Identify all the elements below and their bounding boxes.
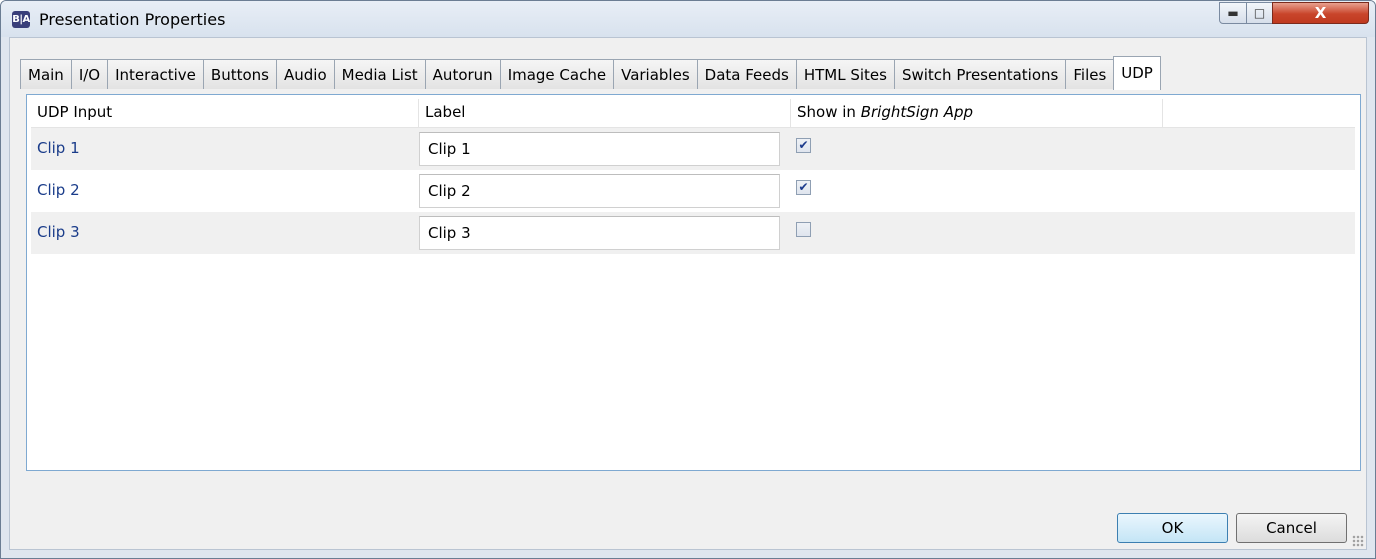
window-title: Presentation Properties [39, 10, 226, 29]
minimize-icon: ▬ [1227, 6, 1239, 20]
header-show-prefix: Show in [797, 103, 861, 121]
header-spacer [1163, 99, 1355, 127]
tab-udp[interactable]: UDP [1113, 56, 1161, 90]
show-in-app-checkbox[interactable] [796, 222, 811, 237]
label-input[interactable]: Clip 3 [419, 216, 780, 250]
label-input[interactable]: Clip 1 [419, 132, 780, 166]
table-row: Clip 2 Clip 2 ✔ [31, 170, 1355, 212]
maximize-icon: □ [1253, 6, 1266, 20]
close-button[interactable]: X [1272, 2, 1369, 24]
table-row: Clip 3 Clip 3 [31, 212, 1355, 254]
cancel-button[interactable]: Cancel [1236, 513, 1347, 543]
show-in-app-checkbox[interactable]: ✔ [796, 180, 811, 195]
title-bar[interactable]: B|A Presentation Properties ▬ □ X [1, 1, 1375, 37]
tab-data-feeds[interactable]: Data Feeds [696, 59, 797, 89]
header-udp-input: UDP Input [31, 99, 419, 127]
dialog-window: B|A Presentation Properties ▬ □ X Main I/… [0, 0, 1376, 559]
tab-media-list[interactable]: Media List [333, 59, 426, 89]
minimize-button[interactable]: ▬ [1219, 2, 1247, 24]
header-label: Label [419, 99, 791, 127]
udp-panel: UDP Input Label Show in BrightSign App C… [26, 94, 1361, 471]
app-logo-icon: B|A [12, 11, 30, 28]
tab-strip: Main I/O Interactive Buttons Audio Media List… [20, 56, 1161, 90]
resize-grip-icon[interactable] [1352, 535, 1364, 547]
tab-image-cache[interactable]: Image Cache [499, 59, 615, 89]
ok-button[interactable]: OK [1117, 513, 1228, 543]
tab-buttons[interactable]: Buttons [202, 59, 277, 89]
close-icon: X [1314, 4, 1327, 22]
dialog-body: Main I/O Interactive Buttons Audio Media List… [9, 37, 1367, 550]
tab-interactive[interactable]: Interactive [107, 59, 204, 89]
table-row: Clip 1 Clip 1 ✔ [31, 128, 1355, 170]
tab-switch-presentations[interactable]: Switch Presentations [893, 59, 1067, 89]
tab-main[interactable]: Main [20, 59, 72, 89]
header-show-in-app: Show in BrightSign App [791, 99, 1163, 127]
show-in-app-checkbox[interactable]: ✔ [796, 138, 811, 153]
label-input[interactable]: Clip 2 [419, 174, 780, 208]
maximize-button[interactable]: □ [1246, 2, 1273, 24]
udp-input-name: Clip 3 [37, 223, 80, 241]
checkmark-icon: ✔ [798, 138, 809, 152]
header-app-name: BrightSign App [860, 103, 974, 121]
tab-variables[interactable]: Variables [613, 59, 698, 89]
tab-autorun[interactable]: Autorun [424, 59, 501, 89]
udp-input-name: Clip 2 [37, 181, 80, 199]
tab-html-sites[interactable]: HTML Sites [795, 59, 895, 89]
grid-header: UDP Input Label Show in BrightSign App [31, 99, 1355, 128]
tab-i-o[interactable]: I/O [70, 59, 109, 89]
tab-files[interactable]: Files [1065, 59, 1115, 89]
udp-input-name: Clip 1 [37, 139, 80, 157]
tab-audio[interactable]: Audio [275, 59, 335, 89]
checkmark-icon: ✔ [798, 180, 809, 194]
